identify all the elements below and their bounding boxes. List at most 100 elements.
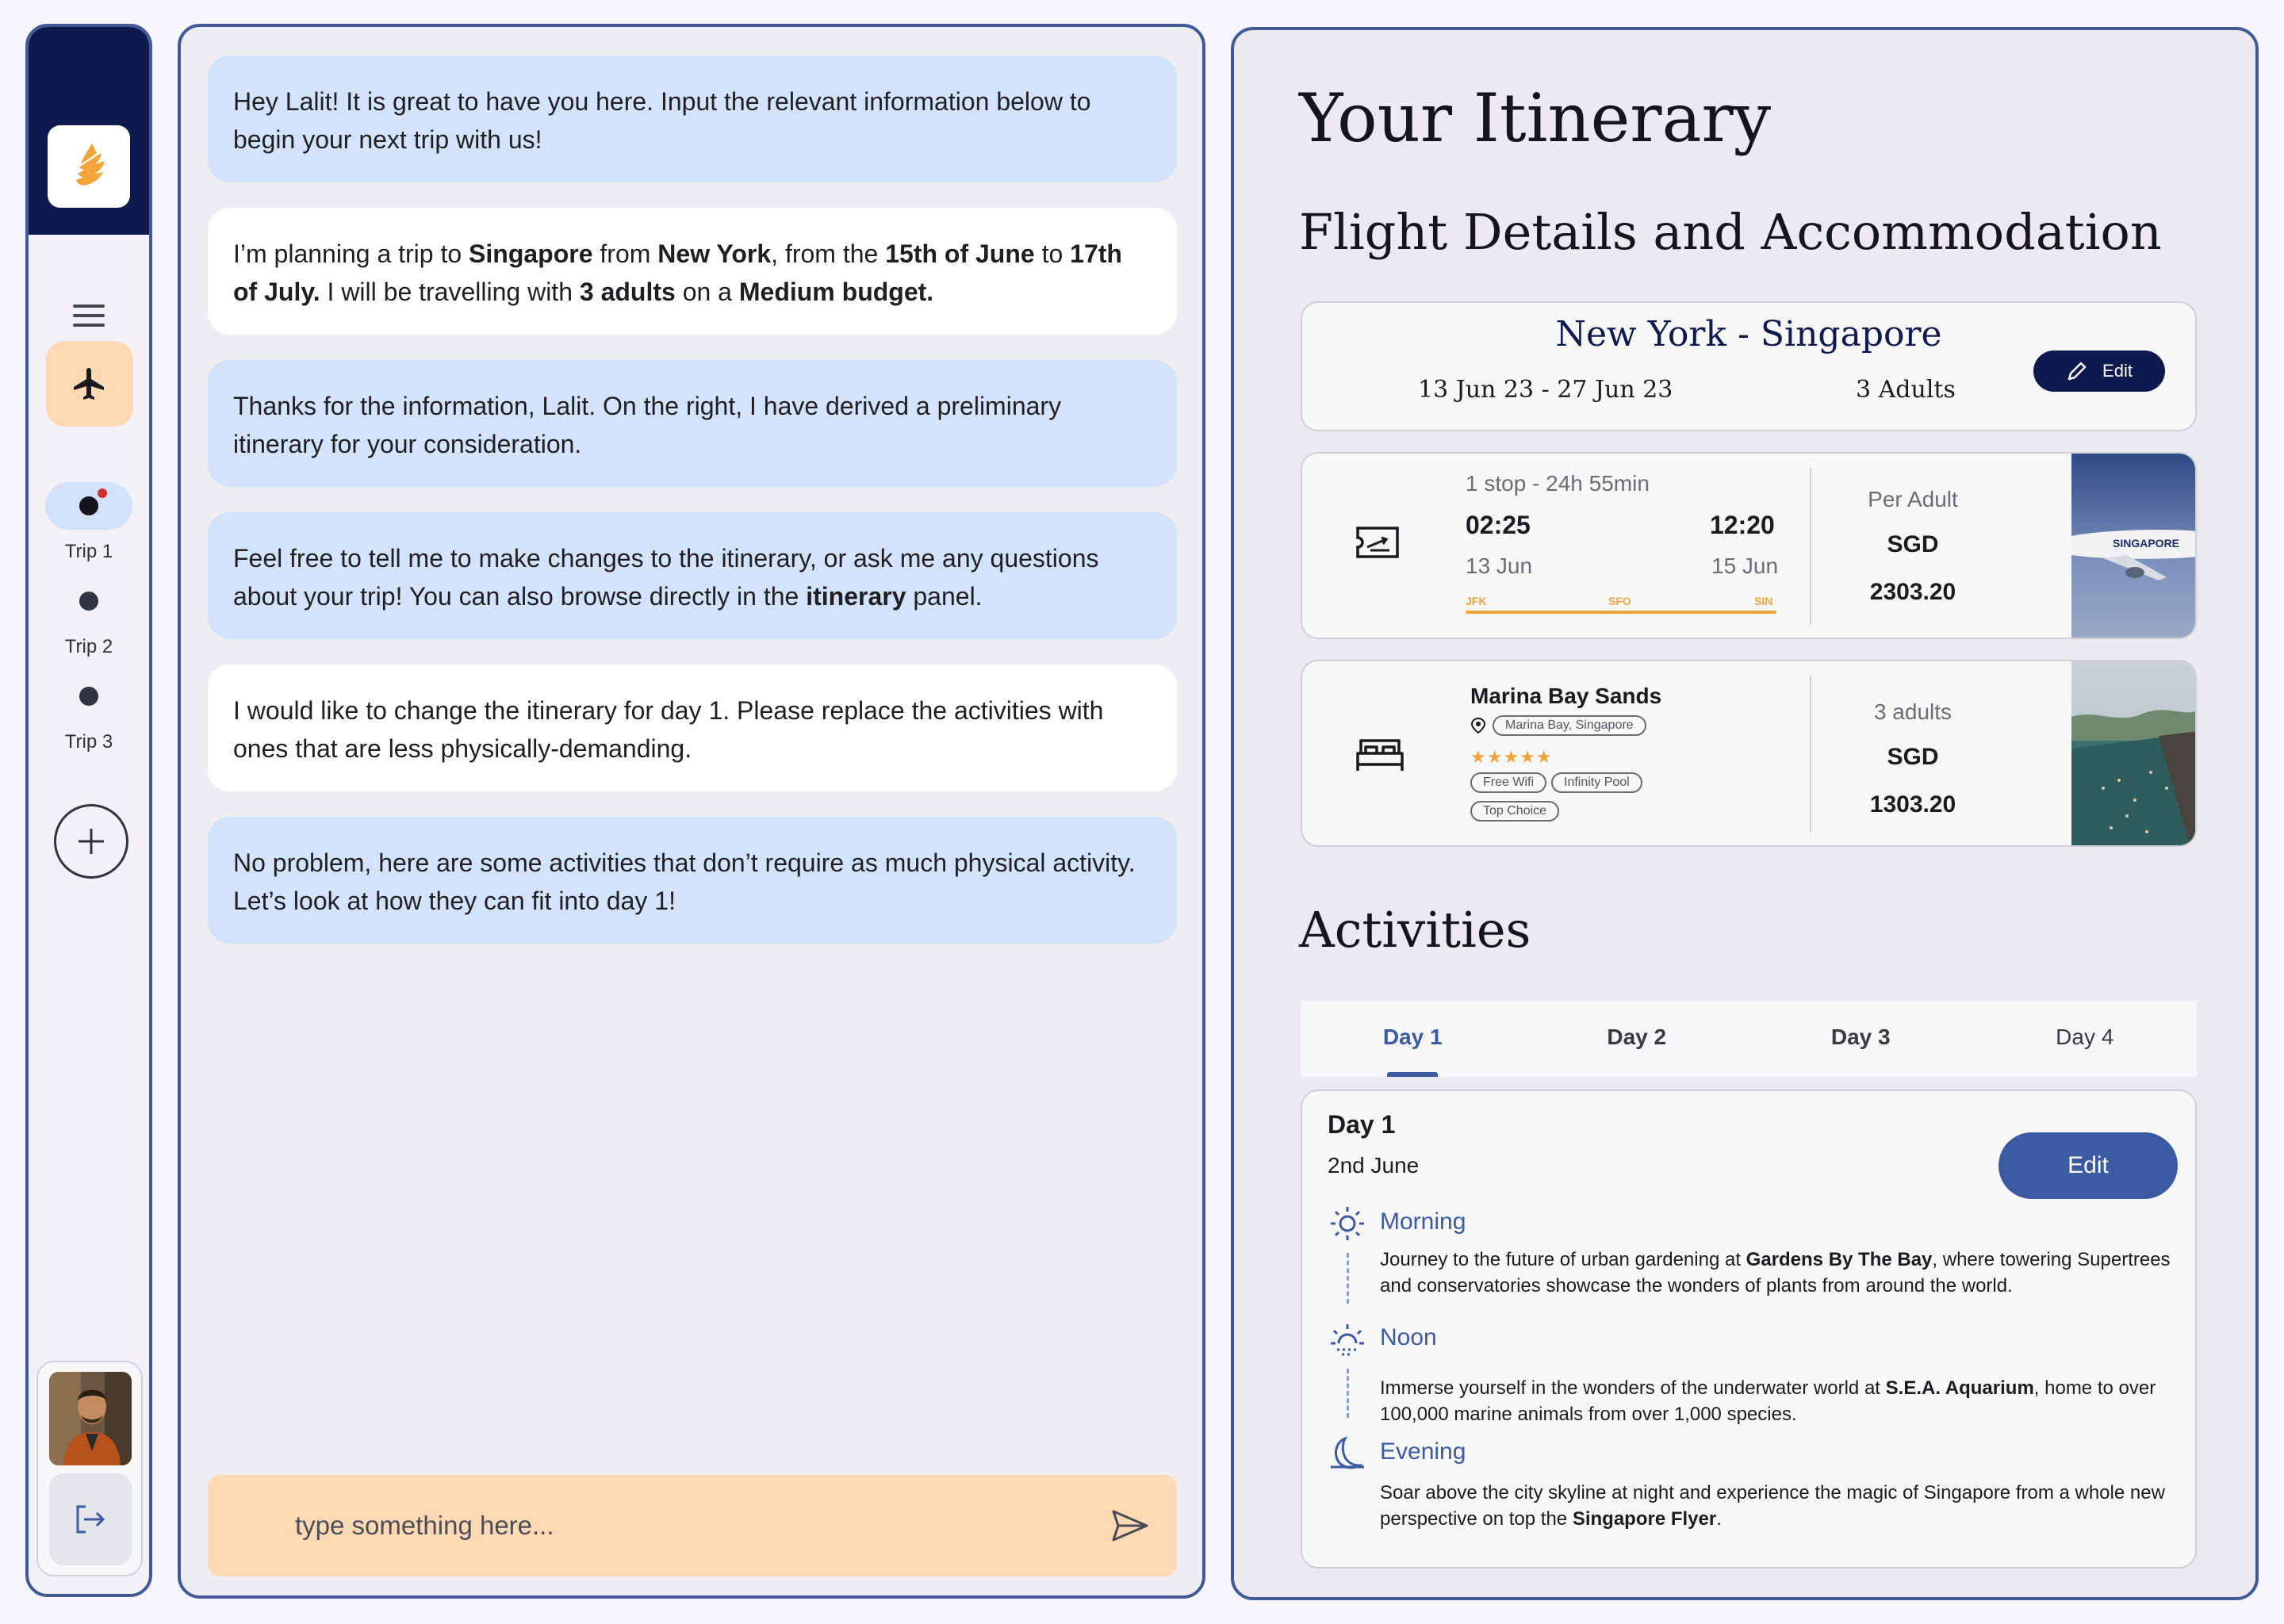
- trip-item-3[interactable]: Trip 3: [29, 672, 149, 753]
- bold-text: Gardens By The Bay: [1746, 1249, 1933, 1270]
- slot-description: Immerse yourself in the wonders of the u…: [1380, 1375, 2181, 1427]
- notification-dot: [98, 488, 107, 498]
- day-date: 2nd June: [1328, 1153, 1420, 1178]
- trip-label: Trip 3: [64, 731, 113, 753]
- tab-day-4[interactable]: Day 4: [1973, 1001, 2198, 1077]
- timeline-connector: [1347, 1369, 1349, 1418]
- user-message: I would like to change the itinerary for…: [208, 665, 1177, 791]
- departure-time: 02:25: [1466, 511, 1531, 539]
- price-currency: SGD: [1887, 744, 1939, 770]
- assistant-message: Hey Lalit! It is great to have you here.…: [208, 56, 1177, 182]
- sidebar-header: [29, 27, 149, 235]
- trip-dot: [79, 496, 98, 515]
- flight-price: Per Adult SGD 2303.20: [1826, 487, 2000, 606]
- divider: [1810, 468, 1811, 625]
- trip-label: Trip 2: [64, 636, 113, 657]
- amenity-tag: Top Choice: [1470, 801, 1560, 822]
- activities-title: Activities: [1299, 901, 1531, 959]
- bird-logo-icon: [76, 144, 105, 186]
- airport-destination: SIN: [1754, 595, 1773, 607]
- trip-item-1[interactable]: Trip 1: [29, 482, 149, 563]
- itinerary-panel: Your Itinerary Flight Details and Accomm…: [1231, 27, 2259, 1600]
- sidebar: Trip 1 Trip 2 Trip 3: [25, 24, 152, 1597]
- trip-indicator: [45, 672, 132, 720]
- tab-day-2[interactable]: Day 2: [1525, 1001, 1749, 1077]
- route-title: New York - Singapore: [1555, 314, 1942, 354]
- text-run: Immerse yourself in the wonders of the u…: [1380, 1377, 1886, 1399]
- page-title: Your Itinerary: [1299, 79, 1772, 157]
- divider: [1810, 676, 1811, 833]
- text-run: I’m planning a trip to: [233, 239, 469, 268]
- airport-stop: SFO: [1608, 595, 1631, 607]
- route-edit-label: Edit: [2102, 361, 2133, 381]
- flight-stops: 1 stop - 24h 55min: [1466, 471, 1650, 496]
- location-pin-icon: [1470, 717, 1486, 734]
- hotel-photo: [2071, 661, 2195, 845]
- airline-logo[interactable]: [48, 125, 130, 208]
- text-run: Hey Lalit! It is great to have you here.…: [233, 87, 1091, 154]
- tab-day-1[interactable]: Day 1: [1301, 1001, 1525, 1077]
- day-title: Day 1: [1328, 1110, 1396, 1139]
- route-edit-button[interactable]: Edit: [2033, 350, 2165, 392]
- add-trip-button[interactable]: [54, 804, 128, 879]
- airplane-livery-text: SINGAPORE: [2113, 537, 2179, 550]
- amenity-tag: Free Wifi: [1470, 772, 1546, 793]
- hotel-name: Marina Bay Sands: [1470, 684, 1662, 708]
- bed-icon: [1356, 739, 1404, 771]
- text-run: from: [592, 239, 658, 268]
- route-travellers: 3 Adults: [1856, 376, 1956, 404]
- bold-text: S.E.A. Aquarium: [1885, 1377, 2034, 1399]
- bold-text: 15th of June: [885, 239, 1035, 268]
- bold-text: Medium budget.: [738, 278, 934, 306]
- flight-section-title: Flight Details and Accommodation: [1299, 203, 2162, 261]
- flight-card[interactable]: 1 stop - 24h 55min 02:25 12:20 13 Jun 15…: [1301, 452, 2197, 639]
- amenity-tags: Free Wifi Infinity Pool: [1470, 772, 1642, 793]
- text-run: No problem, here are some activities tha…: [233, 848, 1136, 915]
- assistant-message: No problem, here are some activities tha…: [208, 817, 1177, 944]
- send-icon[interactable]: [1110, 1508, 1150, 1543]
- bold-text: Singapore Flyer: [1572, 1508, 1717, 1530]
- trip-indicator: [45, 577, 132, 625]
- logout-icon: [76, 1505, 105, 1534]
- text-run: I would like to change the itinerary for…: [233, 696, 1104, 763]
- menu-icon[interactable]: [73, 304, 105, 330]
- bold-text: Singapore: [469, 239, 593, 268]
- arrival-date: 15 Jun: [1711, 553, 1779, 578]
- chat-input[interactable]: [295, 1511, 1072, 1541]
- price-label: 3 adults: [1873, 699, 1953, 724]
- airplane-photo: SINGAPORE: [2071, 454, 2195, 638]
- chat-panel: Hey Lalit! It is great to have you here.…: [178, 24, 1205, 1599]
- avatar[interactable]: [49, 1372, 132, 1465]
- day-tabs: Day 1 Day 2 Day 3 Day 4: [1301, 1001, 2197, 1077]
- day-edit-button[interactable]: Edit: [1998, 1132, 2178, 1199]
- price-amount: 1303.20: [1869, 791, 1956, 818]
- airport-origin: JFK: [1466, 595, 1487, 607]
- text-run: I will be travelling with: [320, 278, 580, 306]
- bold-text: New York: [657, 239, 772, 268]
- day-card: Day 1 2nd June Edit Morning Journey to t…: [1301, 1090, 2197, 1568]
- route-card: New York - Singapore 13 Jun 23 - 27 Jun …: [1301, 301, 2197, 431]
- route-line: [1466, 611, 1776, 614]
- amenity-tags: Top Choice: [1470, 801, 1560, 822]
- amenity-tag: Infinity Pool: [1551, 772, 1642, 793]
- user-message: I’m planning a trip to Singapore from Ne…: [208, 208, 1177, 335]
- tab-day-3[interactable]: Day 3: [1749, 1001, 1973, 1077]
- bold-text: 3 adults: [579, 278, 676, 306]
- logout-button[interactable]: [49, 1473, 132, 1565]
- trip-item-2[interactable]: Trip 2: [29, 577, 149, 658]
- timeline-connector: [1347, 1253, 1349, 1304]
- trip-dot: [79, 687, 98, 706]
- airplane-icon: [74, 368, 104, 400]
- location-tag: Marina Bay, Singapore: [1493, 715, 1646, 736]
- slot-name: Evening: [1380, 1438, 1466, 1465]
- text-run: Thanks for the information, Lalit. On th…: [233, 392, 1062, 458]
- text-run: to: [1034, 239, 1071, 268]
- star-rating: ★★★★★: [1470, 747, 1553, 767]
- price-amount: 2303.20: [1869, 579, 1956, 605]
- assistant-message: Thanks for the information, Lalit. On th…: [208, 360, 1177, 487]
- route-dates: 13 Jun 23 - 27 Jun 23: [1418, 376, 1673, 404]
- hotel-card[interactable]: Marina Bay Sands Marina Bay, Singapore ★…: [1301, 660, 2197, 847]
- flights-nav-button[interactable]: [46, 341, 133, 427]
- text-run: .: [1716, 1508, 1722, 1530]
- hotel-price: 3 adults SGD 1303.20: [1826, 699, 2000, 818]
